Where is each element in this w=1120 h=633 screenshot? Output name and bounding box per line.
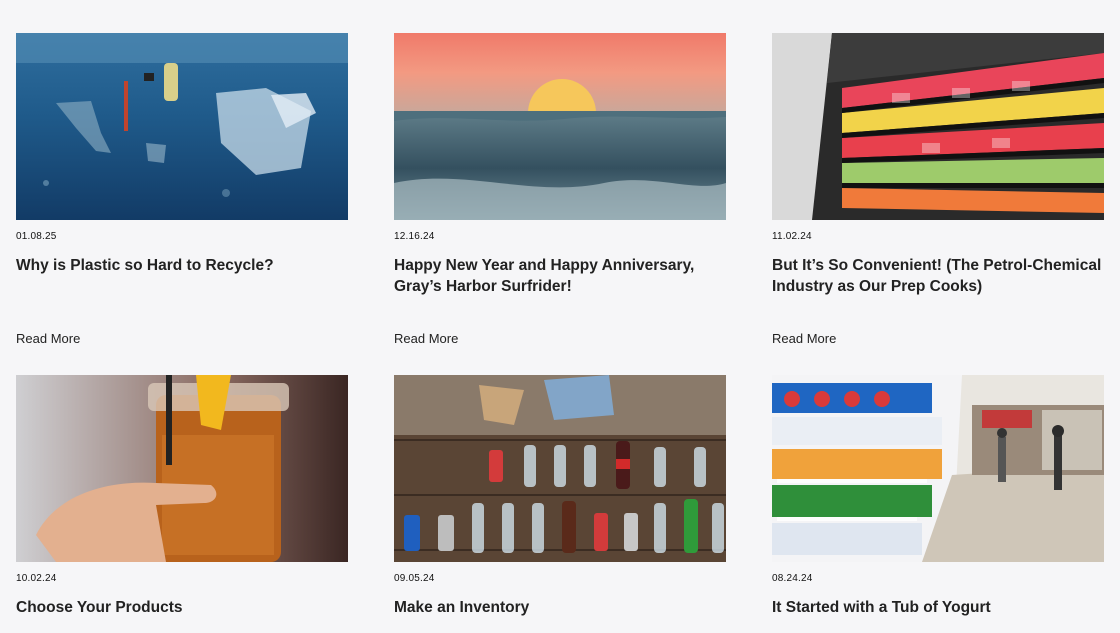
post-card: 12.16.24 Happy New Year and Happy Annive… bbox=[394, 33, 726, 346]
post-card: 11.02.24 But It’s So Convenient! (The Pe… bbox=[772, 33, 1104, 346]
post-date: 01.08.25 bbox=[16, 231, 57, 242]
post-card: 09.05.24 Make an Inventory bbox=[394, 375, 726, 618]
post-title[interactable]: Happy New Year and Happy Anniversary, Gr… bbox=[394, 255, 726, 297]
post-date: 10.02.24 bbox=[16, 573, 57, 584]
post-thumbnail-link[interactable] bbox=[394, 375, 726, 562]
yogurt-aisle-image bbox=[772, 375, 1104, 562]
post-title[interactable]: It Started with a Tub of Yogurt bbox=[772, 597, 1104, 618]
post-title[interactable]: Why is Plastic so Hard to Recycle? bbox=[16, 255, 348, 276]
post-thumbnail-link[interactable] bbox=[772, 375, 1104, 562]
post-title[interactable]: Make an Inventory bbox=[394, 597, 726, 618]
blog-post-grid: 01.08.25 Why is Plastic so Hard to Recyc… bbox=[0, 0, 1120, 633]
plastic-in-ocean-image bbox=[16, 33, 348, 220]
post-date: 12.16.24 bbox=[394, 231, 435, 242]
post-card: 10.02.24 Choose Your Products bbox=[16, 375, 348, 618]
post-thumbnail-link[interactable] bbox=[16, 375, 348, 562]
grocery-fruit-shelves-image bbox=[772, 33, 1104, 220]
post-title[interactable]: Choose Your Products bbox=[16, 597, 348, 618]
post-thumbnail-link[interactable] bbox=[394, 33, 726, 220]
post-card: 01.08.25 Why is Plastic so Hard to Recyc… bbox=[16, 33, 348, 346]
read-more-link[interactable]: Read More bbox=[16, 331, 80, 346]
sunset-wave-image bbox=[394, 33, 726, 220]
post-card: 08.24.24 It Started with a Tub of Yogurt bbox=[772, 375, 1104, 618]
post-thumbnail-link[interactable] bbox=[772, 33, 1104, 220]
post-date: 11.02.24 bbox=[772, 231, 812, 242]
post-date: 09.05.24 bbox=[394, 573, 435, 584]
read-more-link[interactable]: Read More bbox=[772, 331, 836, 346]
plastic-bottles-inventory-image bbox=[394, 375, 726, 562]
iced-tea-jar-image bbox=[16, 375, 348, 562]
post-date: 08.24.24 bbox=[772, 573, 813, 584]
read-more-link[interactable]: Read More bbox=[394, 331, 458, 346]
post-title[interactable]: But It’s So Convenient! (The Petrol-Chem… bbox=[772, 255, 1104, 297]
post-thumbnail-link[interactable] bbox=[16, 33, 348, 220]
